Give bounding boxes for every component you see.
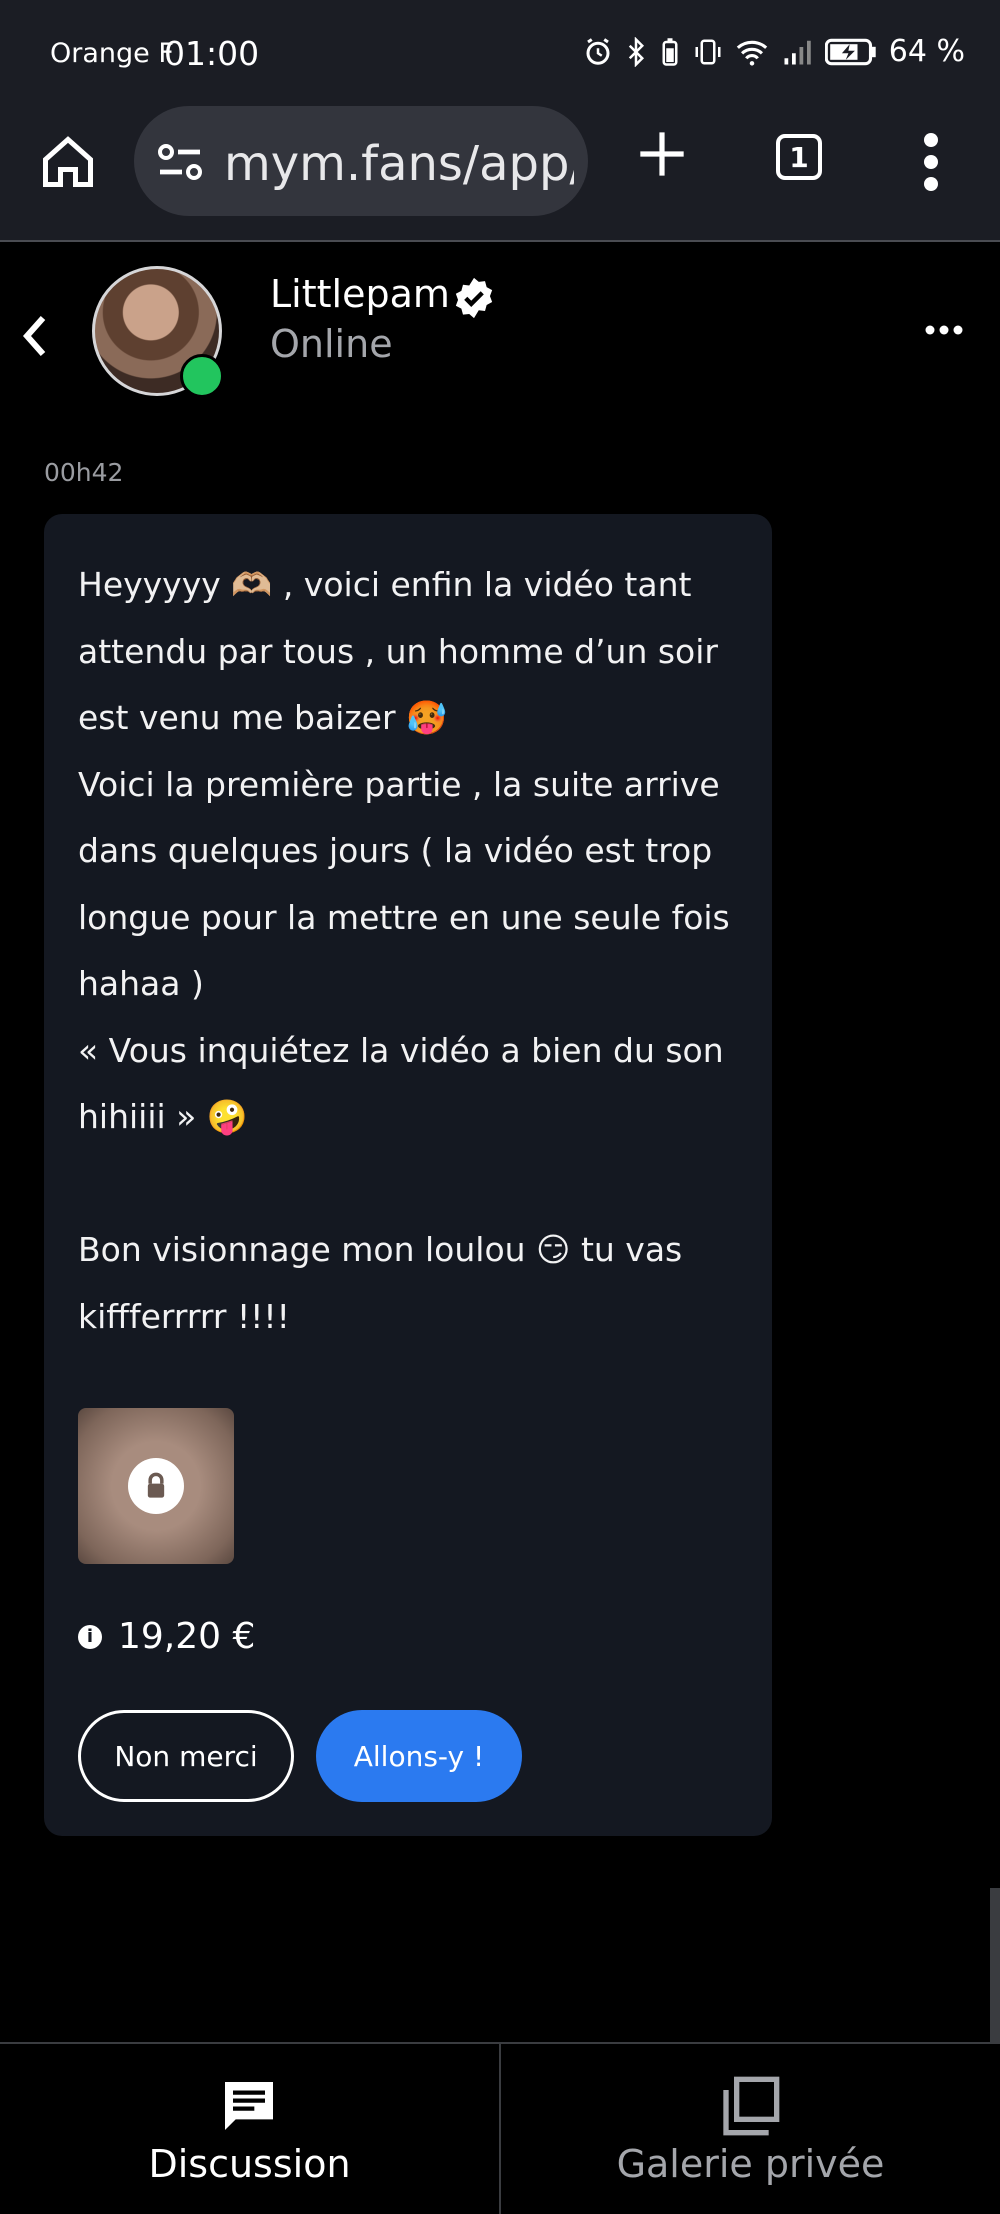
battery-percent: 64 %	[888, 34, 965, 69]
message-timestamp: 00h42	[44, 458, 124, 487]
message-bubble: Heyyyyy 🫶🏼 , voici enfin la vidéo tant a…	[44, 514, 772, 1836]
vibrate-icon	[695, 39, 721, 64]
message-text: Heyyyyy 🫶🏼 , voici enfin la vidéo tant a…	[78, 565, 730, 1336]
tab-private-gallery-label: Galerie privée	[616, 2142, 885, 2186]
bluetooth-icon	[628, 36, 644, 67]
verified-badge-icon	[455, 277, 493, 319]
price-label: 19,20 €	[118, 1616, 256, 1657]
home-icon[interactable]	[38, 132, 98, 192]
chat-header: Littlepam Online	[0, 242, 1000, 412]
chat-icon	[225, 2082, 273, 2130]
battery-saver-icon	[662, 37, 678, 66]
decline-button[interactable]: Non merci	[78, 1710, 294, 1802]
site-settings-icon[interactable]	[156, 142, 204, 182]
status-bar: Orange F 01:00 64 %	[0, 0, 1000, 106]
lock-icon	[147, 1472, 165, 1498]
status-icons: 64 %	[583, 34, 965, 69]
carrier-label: Orange F	[50, 38, 174, 69]
browser-toolbar: mym.fans/app/ 1	[0, 106, 1000, 242]
contact-name[interactable]: Littlepam	[270, 272, 450, 316]
more-options-icon[interactable]	[924, 324, 964, 336]
tab-switcher-button[interactable]: 1	[776, 134, 822, 180]
new-tab-icon[interactable]	[636, 128, 688, 180]
bottom-navigation: Discussion Galerie privée	[0, 2042, 1000, 2214]
alarm-icon	[586, 37, 610, 65]
browser-menu-icon[interactable]	[916, 132, 946, 192]
tab-discussion-label: Discussion	[148, 2142, 351, 2186]
battery-charging-icon	[824, 38, 876, 65]
back-icon[interactable]	[20, 314, 50, 358]
accept-button[interactable]: Allons-y !	[316, 1710, 522, 1802]
online-indicator	[180, 354, 224, 398]
signal-icon	[784, 40, 811, 64]
info-icon: i	[78, 1624, 102, 1649]
price-row: i 19,20 €	[78, 1616, 255, 1657]
tab-discussion[interactable]: Discussion	[0, 2044, 499, 2214]
scrollbar-thumb[interactable]	[990, 1888, 1000, 2042]
lock-badge	[128, 1458, 184, 1514]
gallery-icon	[723, 2076, 780, 2136]
wifi-icon	[736, 40, 767, 66]
locked-media-thumbnail[interactable]	[78, 1408, 234, 1564]
tab-private-gallery[interactable]: Galerie privée	[501, 2044, 1000, 2214]
url-text[interactable]: mym.fans/app/	[224, 136, 574, 192]
contact-status: Online	[270, 322, 393, 366]
clock: 01:00	[164, 34, 260, 73]
url-bar[interactable]: mym.fans/app/	[134, 106, 588, 216]
